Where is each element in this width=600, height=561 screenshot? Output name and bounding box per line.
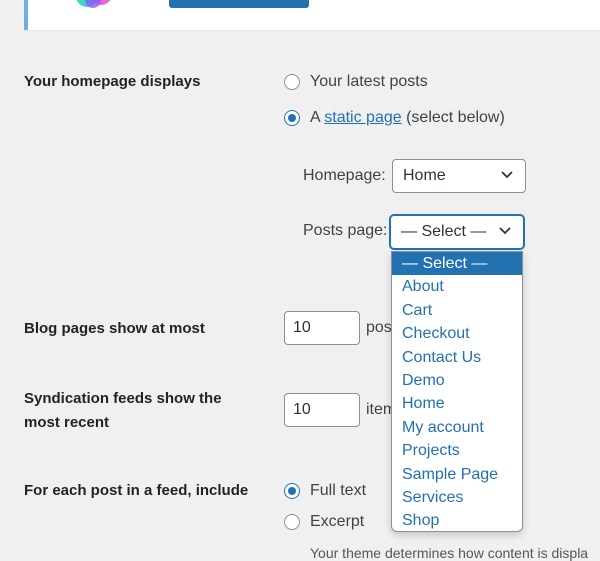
full-text-radio[interactable] — [284, 483, 300, 499]
full-text-radio-label[interactable]: Full text — [310, 481, 366, 501]
dropdown-option[interactable]: Projects — [392, 439, 522, 462]
posts-page-select[interactable]: — Select — — [390, 215, 524, 249]
syndication-label: Syndication feeds show the most recent — [24, 387, 222, 435]
homepage-select-value: Home — [403, 167, 446, 184]
plugin-logo-icon — [76, 0, 111, 8]
feed-description-text: Your theme determines how content is dis… — [310, 545, 589, 561]
notice-action-button[interactable] — [169, 0, 309, 8]
dropdown-option[interactable]: Contact Us — [392, 346, 522, 369]
blog-pages-label: Blog pages show at most — [24, 320, 205, 337]
dropdown-option[interactable]: — Select — — [392, 252, 522, 276]
static-page-link[interactable]: static page — [324, 109, 401, 126]
homepage-select[interactable]: Home — [392, 159, 526, 193]
static-page-radio-label[interactable]: A static page (select below) — [310, 108, 505, 128]
syndication-label-line1: Syndication feeds show the — [24, 390, 222, 407]
dropdown-option[interactable]: Services — [392, 486, 522, 509]
posts-page-select-label: Posts page: — [303, 222, 388, 239]
posts-page-dropdown-list[interactable]: — Select — About Cart Checkout Contact U… — [391, 251, 523, 532]
dropdown-option[interactable]: Shop — [392, 509, 522, 531]
dropdown-option[interactable]: Demo — [392, 369, 522, 392]
latest-posts-radio-label[interactable]: Your latest posts — [310, 72, 428, 92]
feed-include-label: For each post in a feed, include — [24, 482, 249, 499]
dropdown-option[interactable]: Checkout — [392, 322, 522, 345]
excerpt-radio-label[interactable]: Excerpt — [310, 512, 364, 532]
dropdown-option[interactable]: Cart — [392, 299, 522, 322]
feed-items-input[interactable]: 10 — [284, 393, 360, 427]
top-notice-banner — [24, 0, 600, 30]
dropdown-option[interactable]: Home — [392, 392, 522, 415]
homepage-select-label: Homepage: — [303, 167, 386, 184]
dropdown-option[interactable]: About — [392, 275, 522, 298]
static-page-prefix: A — [310, 109, 320, 126]
syndication-label-line2: most recent — [24, 414, 110, 431]
dropdown-option[interactable]: Sample Page — [392, 463, 522, 486]
excerpt-radio[interactable] — [284, 514, 300, 530]
latest-posts-radio[interactable] — [284, 74, 300, 90]
posts-page-select-value: — Select — — [401, 223, 487, 240]
posts-per-page-input[interactable]: 10 — [284, 311, 360, 345]
static-page-radio[interactable] — [284, 110, 300, 126]
chevron-down-icon — [499, 227, 511, 235]
static-page-suffix: (select below) — [406, 109, 505, 126]
posts-per-page-suffix: pos — [366, 319, 392, 336]
dropdown-option[interactable]: My account — [392, 416, 522, 439]
chevron-down-icon — [501, 171, 513, 179]
homepage-displays-label: Your homepage displays — [24, 73, 201, 90]
